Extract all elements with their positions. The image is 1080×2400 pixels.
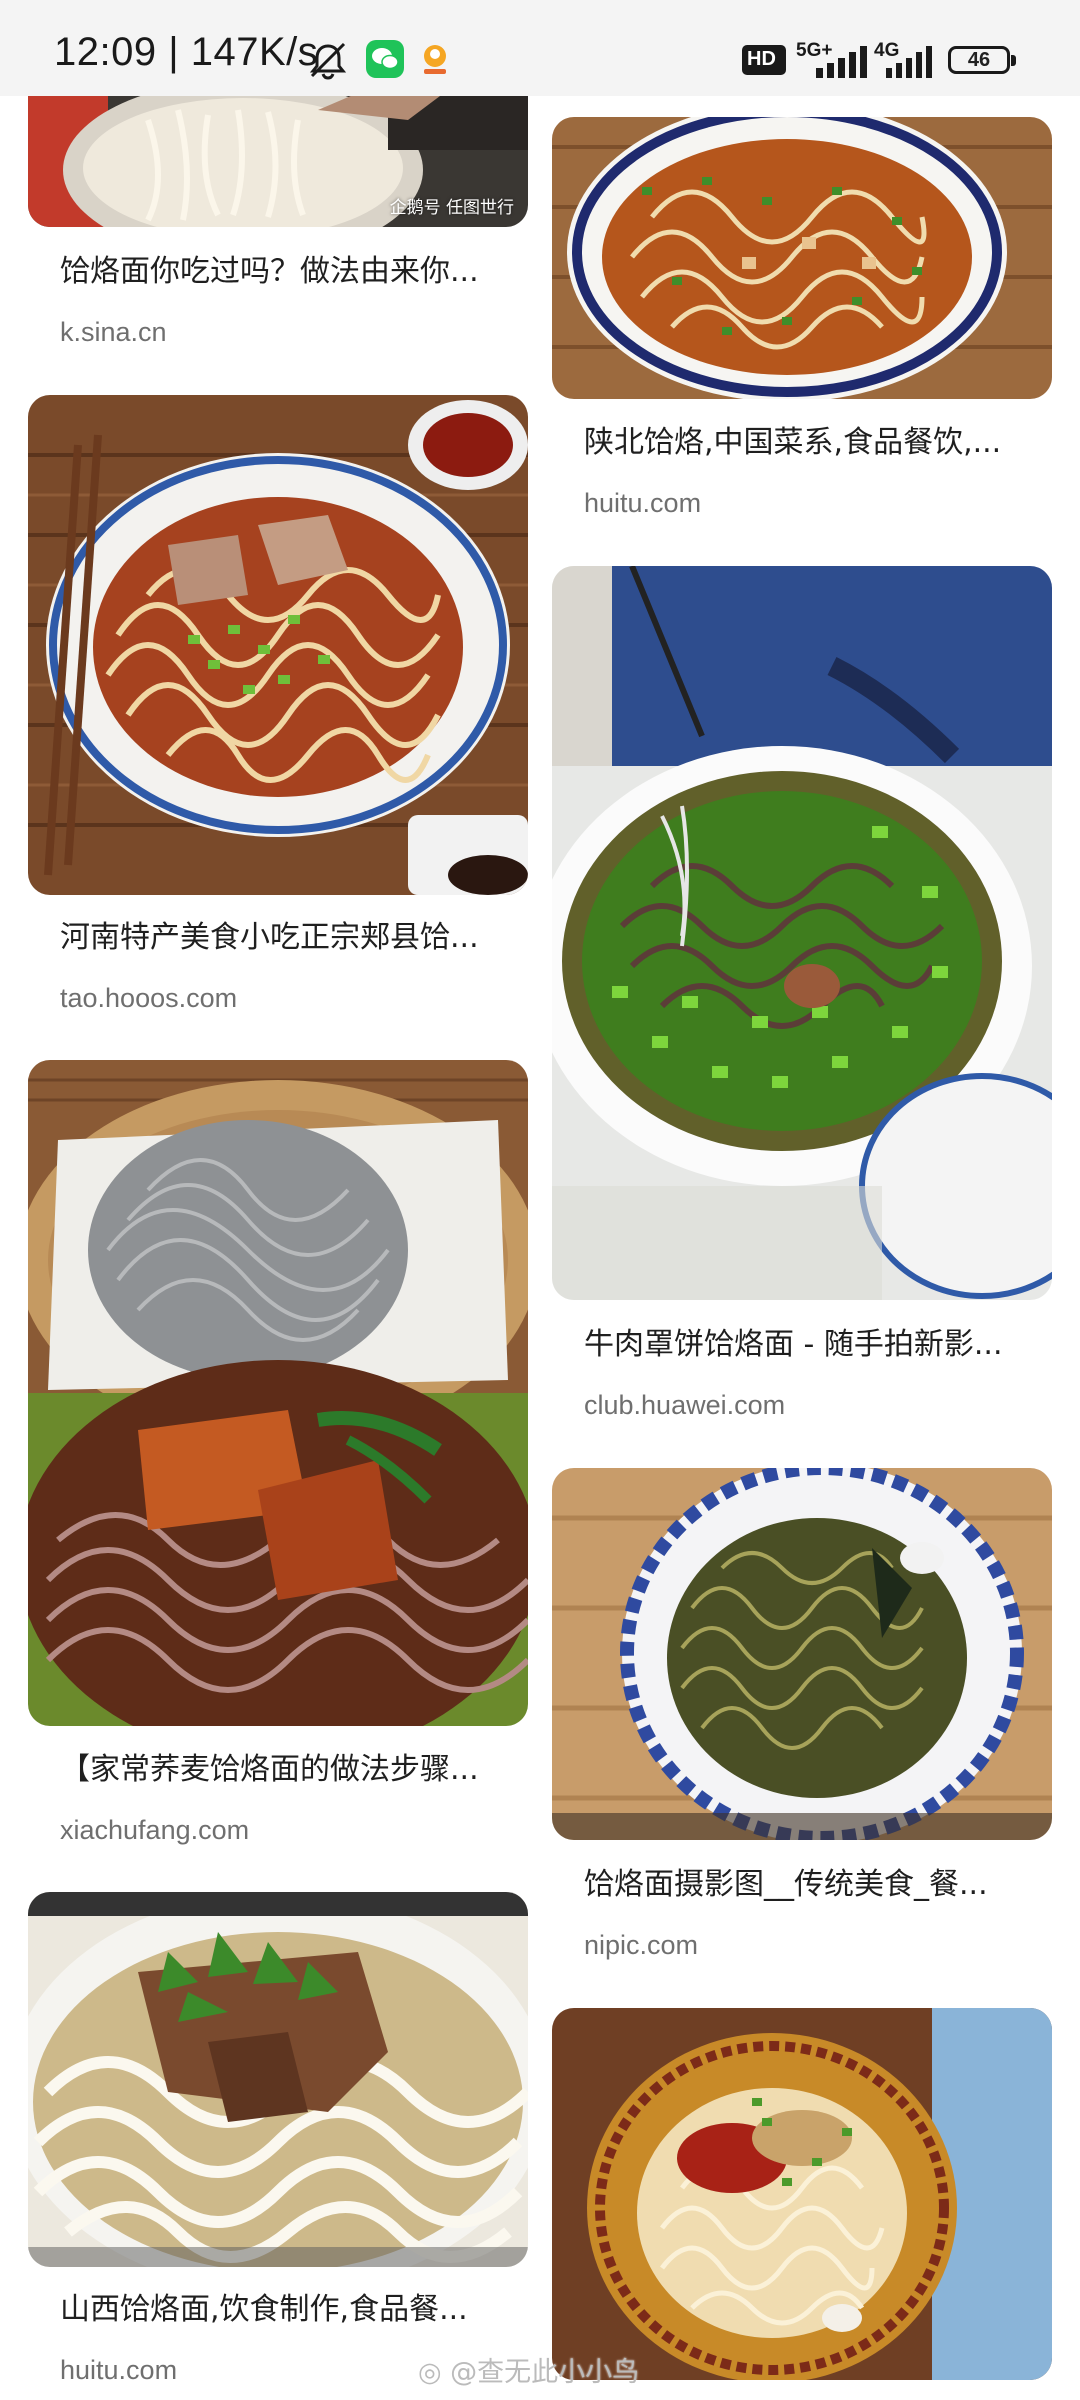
result-image[interactable]	[552, 117, 1052, 399]
signal-4g-icon	[886, 46, 932, 78]
status-time: 12:09	[54, 30, 157, 74]
result-image[interactable]	[28, 1060, 528, 1726]
result-title[interactable]: 山西饸烙面,饮食制作,食品餐...	[60, 2290, 500, 2330]
network-speed: 147K/s	[190, 30, 319, 74]
result-image[interactable]	[28, 1892, 528, 2267]
result-title[interactable]: 饸烙面摄影图__传统美食_餐...	[584, 1865, 1024, 1905]
app-notification-icon	[424, 45, 446, 74]
hd-label: HD	[747, 48, 776, 70]
result-title[interactable]: 陕北饸烙,中国菜系,食品餐饮,...	[584, 423, 1024, 463]
status-time-speed: 12:09 | 147K/s	[54, 28, 318, 76]
result-image[interactable]	[28, 395, 528, 895]
result-source: club.huawei.com	[584, 1390, 786, 1420]
signal-5g-icon	[816, 46, 867, 78]
image-watermark: 企鹅号 任图世行	[389, 198, 514, 218]
result-title[interactable]: 饸烙面你吃过吗？做法由来你...	[60, 252, 500, 292]
hd-icon: HD	[742, 45, 786, 75]
wechat-icon	[366, 40, 404, 78]
watermark-text: @查无此小小鸟	[450, 2357, 640, 2388]
result-source: xiachufang.com	[60, 1815, 250, 1845]
result-source: tao.hooos.com	[60, 983, 238, 1013]
status-bar: 12:09 | 147K/s HD 5G+ 4G 46	[0, 0, 1080, 96]
result-image[interactable]	[552, 566, 1052, 1300]
result-source: k.sina.cn	[60, 317, 167, 347]
result-source: nipic.com	[584, 1930, 699, 1960]
battery-level: 46	[967, 49, 991, 71]
bell-off-icon	[309, 42, 347, 80]
result-source: huitu.com	[584, 488, 702, 518]
result-image[interactable]	[552, 1468, 1052, 1840]
result-image[interactable]	[552, 2008, 1052, 2380]
weibo-watermark: ◎ @查无此小小鸟	[418, 2350, 639, 2389]
weibo-icon: ◎	[418, 2357, 451, 2388]
result-title[interactable]: 牛肉罩饼饸烙面 - 随手拍新影...	[584, 1325, 1024, 1365]
battery-indicator: 46	[948, 46, 1016, 74]
status-divider: |	[168, 30, 191, 74]
result-source: huitu.com	[60, 2355, 178, 2385]
result-title[interactable]: 河南特产美食小吃正宗郏县饸...	[60, 918, 500, 958]
result-title[interactable]: 【家常荞麦饸烙面的做法步骤...	[60, 1750, 500, 1790]
